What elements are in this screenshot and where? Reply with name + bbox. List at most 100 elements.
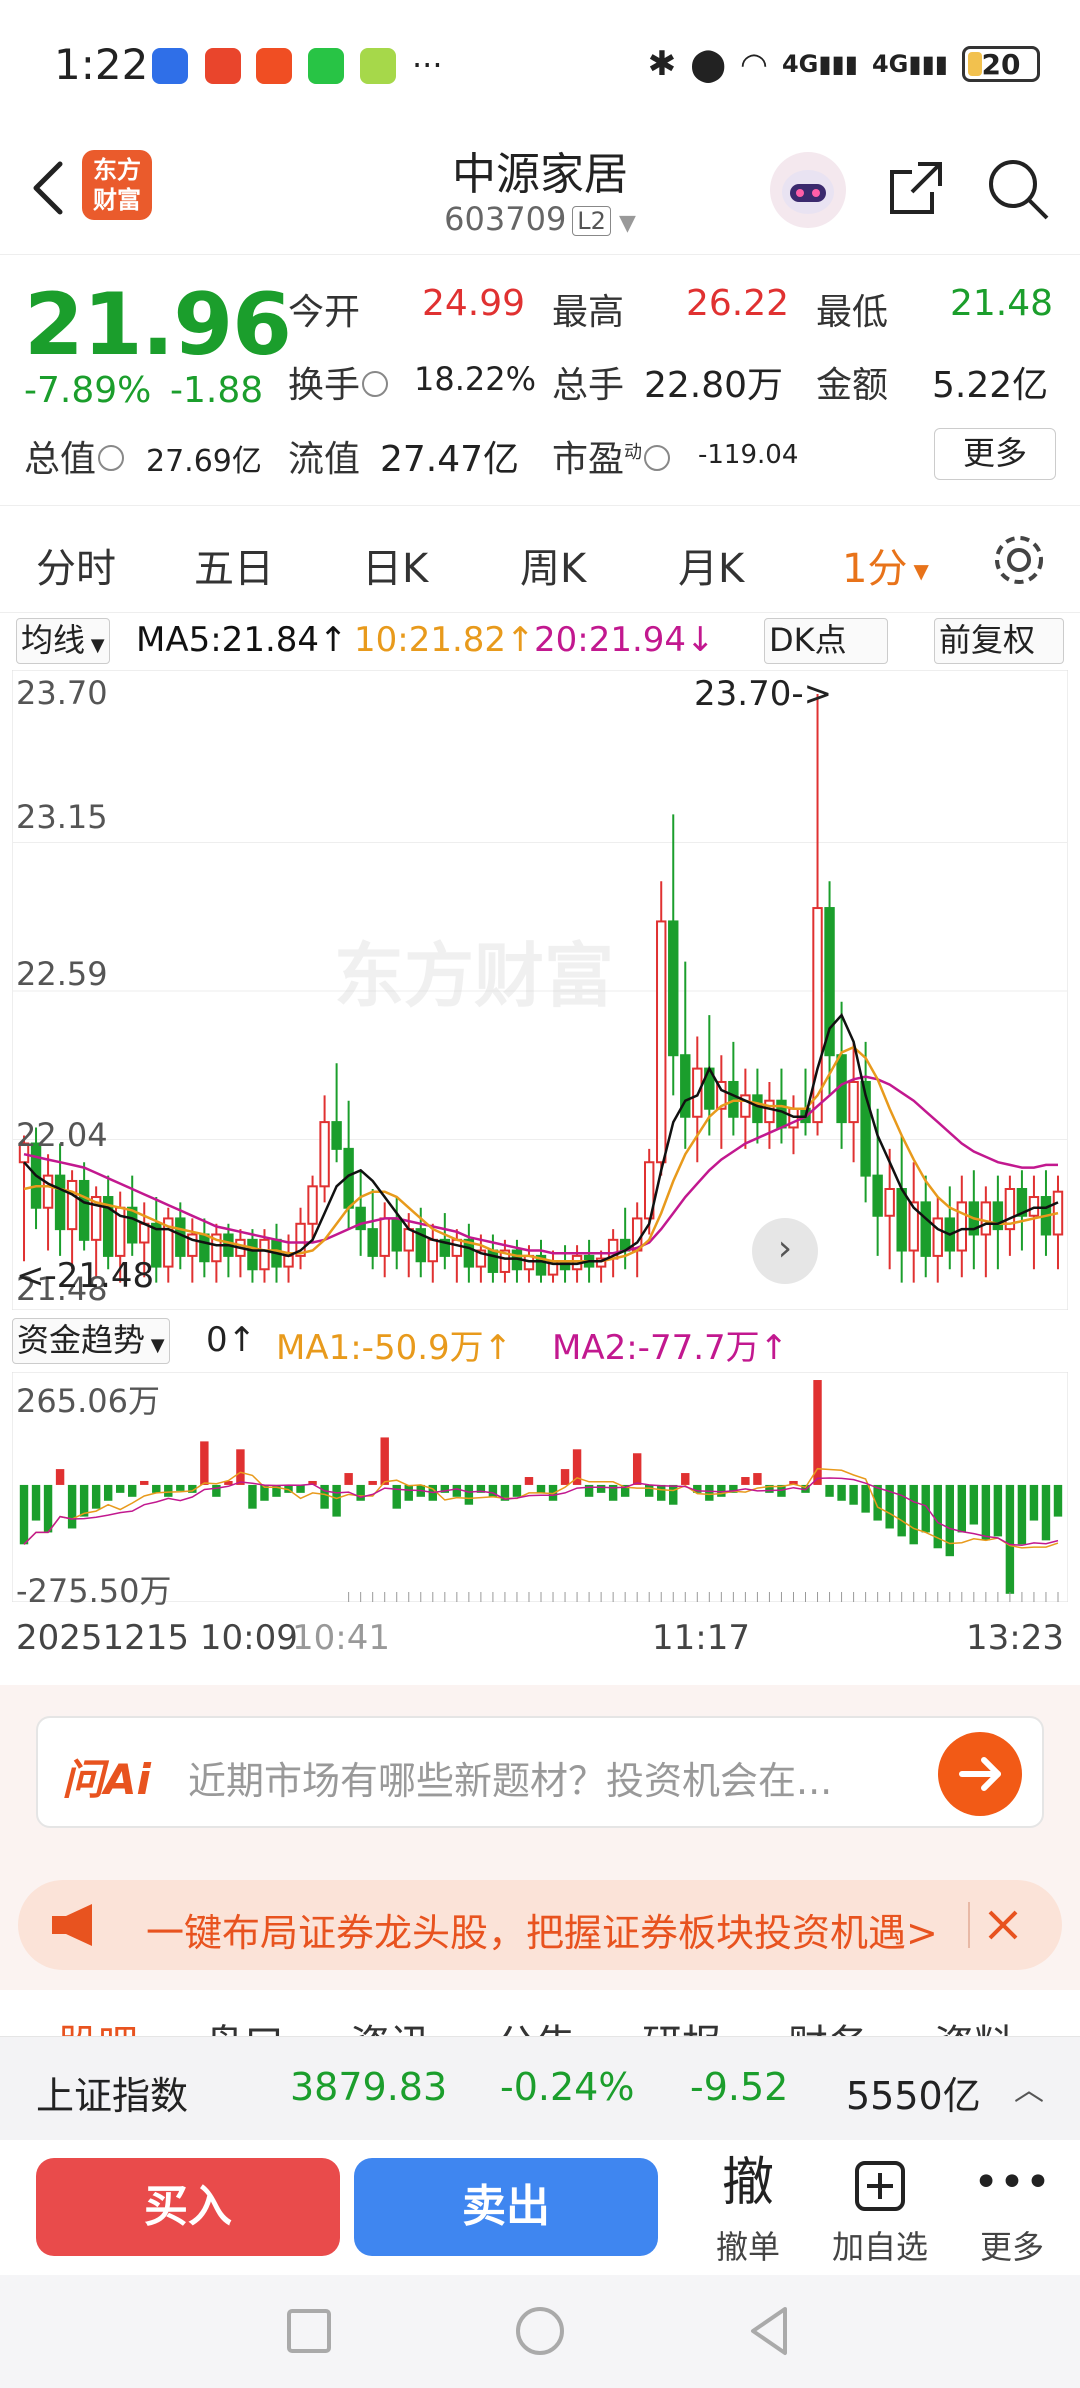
candle-body bbox=[259, 1238, 270, 1271]
sell-button[interactable]: 卖出 bbox=[354, 2158, 658, 2256]
flow-axis-min: -275.50万 bbox=[16, 1572, 172, 1610]
info-icon bbox=[98, 445, 125, 471]
flow-bar bbox=[1041, 1484, 1051, 1541]
tab-announcements[interactable]: 公告 bbox=[496, 2012, 576, 2036]
flow-bar bbox=[681, 1473, 690, 1485]
flow-bar bbox=[596, 1484, 606, 1493]
buy-button[interactable]: 买入 bbox=[36, 2158, 340, 2256]
fund-flow-legend: 资金趋势 ▼ 0↑ MA1:-50.9万↑ MA2:-77.7万↑ bbox=[12, 1318, 1072, 1368]
more-button[interactable]: ••• 更多 bbox=[952, 2152, 1072, 2268]
tab-weekly-k[interactable]: 周K bbox=[520, 536, 586, 594]
flow-bar bbox=[332, 1484, 341, 1517]
kline-chart[interactable]: 23.70 23.15 22.59 22.04 21.48 23.70-> <-… bbox=[11, 669, 1069, 1311]
adjust-select[interactable]: 前复权 bbox=[934, 618, 1064, 664]
tab-news[interactable]: 资讯 bbox=[350, 2012, 430, 2036]
fund-flow-chart[interactable]: 265.06万 -275.50万 bbox=[11, 1371, 1069, 1610]
cancel-order-button[interactable]: 撤 撤单 bbox=[688, 2152, 808, 2268]
tab-research[interactable]: 研报 bbox=[642, 2012, 722, 2036]
tab-profile[interactable]: 资料 bbox=[934, 2012, 1014, 2036]
flow-bar bbox=[969, 1484, 979, 1525]
flow-bar bbox=[19, 1484, 29, 1545]
candle-body bbox=[283, 1254, 294, 1268]
flow-bar bbox=[644, 1484, 654, 1497]
back-icon[interactable] bbox=[745, 2305, 793, 2357]
location-icon: ⬤ bbox=[690, 45, 727, 83]
tab-daily-k[interactable]: 日K bbox=[362, 536, 428, 594]
ai-logo: 问Ai bbox=[62, 1755, 151, 1804]
tab-five-day[interactable]: 五日 bbox=[194, 536, 274, 594]
candle-body bbox=[487, 1249, 499, 1273]
info-icon bbox=[644, 445, 671, 471]
volume-value: 22.80万 bbox=[644, 365, 784, 406]
flow-bar bbox=[79, 1484, 89, 1517]
tab-financials[interactable]: 财务 bbox=[788, 2012, 868, 2036]
promo-banner[interactable]: 一键布局证券龙头股，把握证券板块投资机遇> bbox=[18, 1880, 1062, 1970]
home-icon[interactable] bbox=[514, 2305, 566, 2357]
indicator-select[interactable]: 资金趋势 ▼ bbox=[12, 1318, 170, 1364]
add-watchlist-button[interactable]: 加自选 bbox=[820, 2152, 940, 2268]
more-label: 更多 bbox=[979, 2228, 1044, 2266]
market-cap-value: 27.69亿 bbox=[146, 444, 262, 479]
ai-search-box[interactable]: 问Ai 近期市场有哪些新题材？投资机会在... bbox=[36, 1716, 1044, 1828]
index-ticker-bar[interactable]: 上证指数 3879.83 -0.24% -9.52 5550亿 ︿ bbox=[0, 2036, 1080, 2140]
flow-bar bbox=[1005, 1484, 1015, 1594]
flow-bar bbox=[212, 1484, 221, 1497]
level2-badge: L2 bbox=[572, 206, 611, 236]
high-value: 26.22 bbox=[686, 283, 790, 324]
time-start: 20251215 10:09 bbox=[16, 1618, 298, 1658]
add-watchlist-label: 加自选 bbox=[831, 2228, 928, 2266]
price-change: -1.88 bbox=[170, 370, 264, 411]
pe-label[interactable]: 市盈动 bbox=[552, 430, 671, 482]
flow-bar bbox=[91, 1484, 101, 1509]
flow-axis-max: 265.06万 bbox=[16, 1382, 160, 1420]
candle-body bbox=[992, 1201, 1004, 1231]
turnover-label[interactable]: 换手 bbox=[288, 356, 389, 408]
autohome-app-icon bbox=[152, 48, 188, 84]
status-time: 1:22 bbox=[54, 40, 149, 89]
more-quote-button[interactable]: 更多 bbox=[934, 428, 1056, 480]
search-icon[interactable] bbox=[985, 156, 1051, 222]
max-price-marker: 23.70-> bbox=[694, 674, 833, 714]
candle-body bbox=[896, 1188, 907, 1252]
tab-intraday[interactable]: 分时 bbox=[36, 536, 116, 594]
gear-icon[interactable] bbox=[990, 531, 1048, 589]
signal-icon-1: 4G▮▮▮ bbox=[781, 50, 858, 78]
tab-guba[interactable]: 股吧 bbox=[58, 2012, 138, 2036]
flow-value: 0↑ bbox=[206, 1320, 257, 1360]
flow-bar bbox=[128, 1484, 137, 1497]
detail-tabs: 股吧 盘口 资讯 公告 研报 财务 资料 bbox=[0, 1990, 1080, 2036]
candle-body bbox=[884, 1188, 895, 1217]
open-label: 今开 bbox=[288, 292, 361, 333]
close-icon[interactable] bbox=[978, 1900, 1028, 1950]
time-end: 13:23 bbox=[966, 1618, 1064, 1658]
market-cap-label[interactable]: 总值 bbox=[24, 430, 125, 482]
ma10-legend: 10:21.82↑ bbox=[354, 620, 535, 660]
period-tabs: 分时 五日 日K 周K 月K 1分 ▼ bbox=[0, 505, 1080, 613]
price-axis-label: 22.59 bbox=[16, 955, 108, 993]
ai-robot-icon[interactable] bbox=[770, 152, 846, 228]
ai-submit-button[interactable] bbox=[938, 1732, 1022, 1816]
share-icon[interactable] bbox=[884, 156, 948, 220]
flow-bar bbox=[657, 1484, 666, 1501]
chevron-up-icon[interactable]: ︿ bbox=[1014, 2065, 1044, 2109]
tab-orderbook[interactable]: 盘口 bbox=[204, 2012, 284, 2036]
stock-code: 603709 bbox=[444, 200, 567, 238]
tab-one-minute[interactable]: 1分 ▼ bbox=[842, 536, 929, 594]
flow-bar bbox=[1017, 1484, 1027, 1545]
recent-apps-icon[interactable] bbox=[285, 2307, 333, 2355]
candle-body bbox=[451, 1238, 463, 1257]
flow-bar bbox=[31, 1484, 41, 1521]
candle-body bbox=[247, 1238, 258, 1271]
scroll-right-button[interactable]: › bbox=[752, 1218, 818, 1284]
flow-bar bbox=[849, 1484, 858, 1505]
ma-select[interactable]: 均线 ▼ bbox=[16, 618, 110, 664]
candle-body bbox=[367, 1228, 378, 1257]
price-axis-label: 22.04 bbox=[16, 1116, 108, 1154]
dropdown-arrow-icon: ▼ bbox=[913, 559, 929, 583]
time-label: 11:17 bbox=[652, 1618, 750, 1658]
flow-bar bbox=[115, 1484, 125, 1493]
flow-bar bbox=[909, 1484, 918, 1545]
paper-plane-app-icon bbox=[256, 48, 292, 84]
dk-point-select[interactable]: DK点 bbox=[764, 618, 888, 664]
tab-monthly-k[interactable]: 月K bbox=[678, 536, 744, 594]
